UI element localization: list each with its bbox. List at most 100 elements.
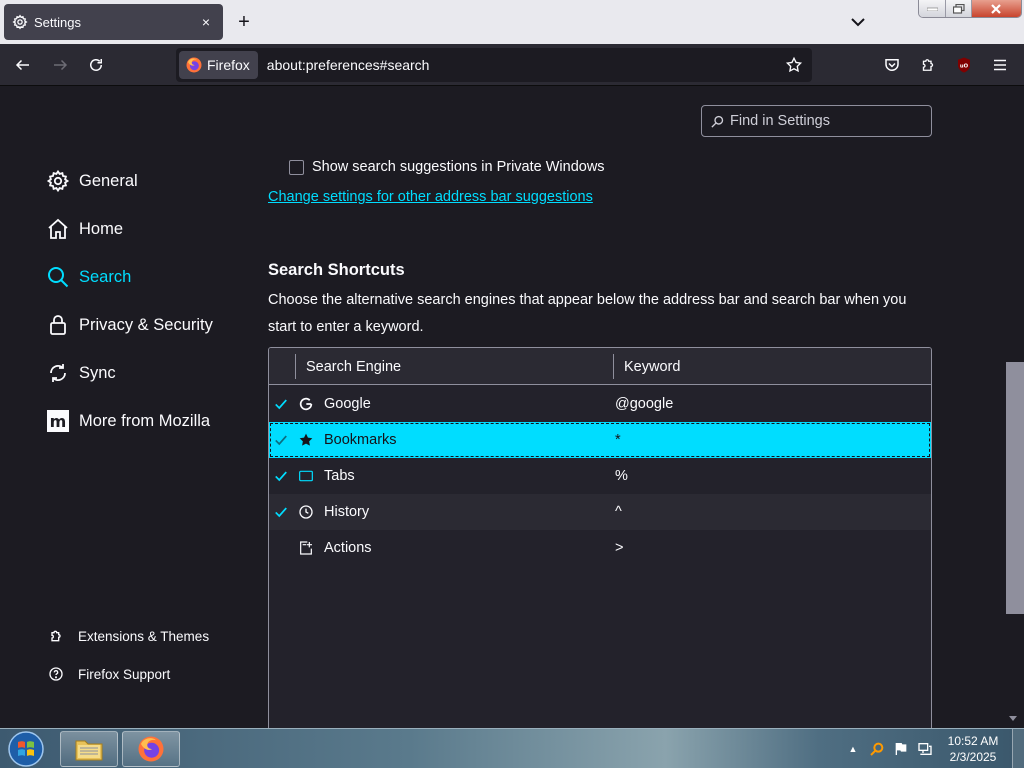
column-header-keyword[interactable]: Keyword — [624, 348, 680, 385]
minimize-button[interactable] — [919, 0, 946, 17]
taskbar-clock[interactable]: 10:52 AM 2/3/2025 — [940, 733, 1006, 765]
engine-keyword[interactable]: > — [615, 540, 623, 556]
back-button[interactable] — [11, 53, 35, 77]
find-in-settings-box[interactable] — [701, 105, 932, 137]
sidebar-item-label: Sync — [79, 363, 116, 382]
sidebar-item-more-from-mozilla[interactable]: m More from Mozilla — [45, 405, 210, 437]
hamburger-menu-icon[interactable] — [988, 53, 1012, 77]
checkbox[interactable] — [289, 159, 304, 175]
table-row[interactable]: Tabs % — [269, 458, 931, 494]
tab-title: Settings — [34, 14, 81, 30]
system-tray: ▲ — [843, 729, 939, 768]
column-header-search-engine[interactable]: Search Engine — [306, 348, 401, 385]
column-separator — [295, 354, 296, 379]
show-hidden-icons-arrow-icon[interactable]: ▲ — [843, 739, 863, 759]
sidebar-item-general[interactable]: General — [45, 165, 138, 197]
svg-text:uO: uO — [960, 63, 969, 69]
search-tray-icon[interactable] — [867, 739, 887, 759]
engine-name: Bookmarks — [324, 432, 397, 448]
svg-text:m: m — [50, 412, 67, 431]
checkbox-label: Show search suggestions in Private Windo… — [312, 159, 605, 175]
sidebar-item-label: Home — [79, 219, 124, 238]
sidebar-item-home[interactable]: Home — [45, 213, 123, 245]
sidebar-item-label: Search — [79, 267, 132, 286]
close-tab-icon[interactable]: × — [197, 13, 215, 31]
forward-button[interactable] — [48, 53, 72, 77]
table-row[interactable]: Actions > — [269, 530, 931, 566]
tab-strip: Settings × + — [0, 0, 1024, 44]
table-row[interactable]: History ^ — [269, 494, 931, 530]
sidebar-item-sync[interactable]: Sync — [45, 357, 116, 389]
help-icon — [47, 665, 65, 683]
start-button[interactable] — [6, 730, 46, 768]
gear-icon — [45, 168, 71, 194]
engine-name: History — [324, 504, 370, 520]
url-bar[interactable]: Firefox about:preferences#search — [176, 48, 812, 82]
folder-icon — [75, 740, 103, 761]
engine-name: Tabs — [324, 468, 355, 484]
clock-date: 2/3/2025 — [949, 750, 997, 764]
checkmark-icon[interactable] — [271, 466, 291, 486]
engine-keyword[interactable]: ^ — [615, 504, 622, 520]
sidebar-item-label: Privacy & Security — [79, 315, 213, 334]
engine-name: Google — [324, 396, 371, 412]
firefox-support-link[interactable]: Firefox Support — [47, 663, 170, 685]
engine-keyword[interactable]: % — [615, 468, 628, 484]
show-desktop-button[interactable] — [1012, 729, 1024, 768]
network-icon[interactable] — [915, 739, 935, 759]
lock-icon — [45, 312, 71, 338]
maximize-button[interactable] — [945, 0, 971, 17]
new-tab-button[interactable]: + — [232, 10, 256, 34]
taskbar-explorer-button[interactable] — [60, 731, 118, 767]
private-suggestions-checkbox-row[interactable]: Show search suggestions in Private Windo… — [289, 158, 605, 176]
chevron-down-icon[interactable] — [846, 10, 870, 34]
url-text[interactable]: about:preferences#search — [267, 57, 782, 73]
extensions-icon[interactable] — [916, 53, 940, 77]
address-bar-settings-link[interactable]: Change settings for other address bar su… — [268, 189, 593, 205]
column-separator — [613, 354, 614, 379]
sidebar-item-label: More from Mozilla — [79, 411, 211, 430]
table-row-selected[interactable]: Bookmarks * — [269, 422, 931, 458]
tab-icon — [297, 467, 315, 485]
checkmark-icon[interactable] — [271, 394, 291, 414]
gear-icon — [12, 14, 28, 30]
scrollbar-thumb[interactable] — [1006, 362, 1024, 614]
search-engines-tree[interactable]: Search Engine Keyword Google @google Boo… — [268, 347, 932, 728]
firefox-logo-icon — [186, 57, 202, 73]
clock-time: 10:52 AM — [947, 734, 999, 748]
extensions-themes-link[interactable]: Extensions & Themes — [47, 625, 209, 647]
navigation-toolbar: Firefox about:preferences#search uO — [0, 44, 1024, 86]
sidebar-item-search[interactable]: Search — [45, 261, 131, 293]
firefox-logo-icon — [138, 736, 164, 762]
star-icon — [297, 431, 315, 449]
table-row[interactable]: Google @google — [269, 386, 931, 422]
windows-taskbar: ▲ 10:52 AM 2/3/2025 — [0, 728, 1024, 768]
taskbar-firefox-button[interactable] — [122, 731, 180, 767]
close-window-button[interactable] — [970, 0, 1021, 17]
ublock-icon[interactable]: uO — [952, 53, 976, 77]
footer-link-label: Extensions & Themes — [78, 628, 210, 644]
window-controls — [918, 0, 1022, 18]
engine-keyword[interactable]: * — [615, 432, 621, 448]
action-center-flag-icon[interactable] — [891, 739, 911, 759]
puzzle-icon — [47, 627, 65, 645]
bookmark-star-icon[interactable] — [782, 53, 806, 77]
actions-icon — [297, 539, 315, 557]
reload-button[interactable] — [84, 53, 108, 77]
scroll-down-arrow-icon[interactable] — [1009, 716, 1017, 721]
pocket-icon[interactable] — [880, 53, 904, 77]
google-icon — [297, 395, 315, 413]
identity-box[interactable]: Firefox — [179, 51, 258, 79]
identity-label: Firefox — [207, 57, 250, 73]
clock-icon — [297, 503, 315, 521]
sidebar-item-privacy[interactable]: Privacy & Security — [45, 309, 213, 341]
mozilla-icon: m — [45, 408, 71, 434]
tab-settings[interactable]: Settings × — [4, 4, 223, 40]
search-icon — [711, 115, 724, 128]
search-icon — [45, 264, 71, 290]
checkmark-icon[interactable] — [271, 430, 291, 450]
find-in-settings-input[interactable] — [730, 113, 920, 129]
engine-keyword[interactable]: @google — [615, 396, 673, 412]
search-shortcuts-title: Search Shortcuts — [268, 261, 405, 279]
checkmark-icon[interactable] — [271, 502, 291, 522]
